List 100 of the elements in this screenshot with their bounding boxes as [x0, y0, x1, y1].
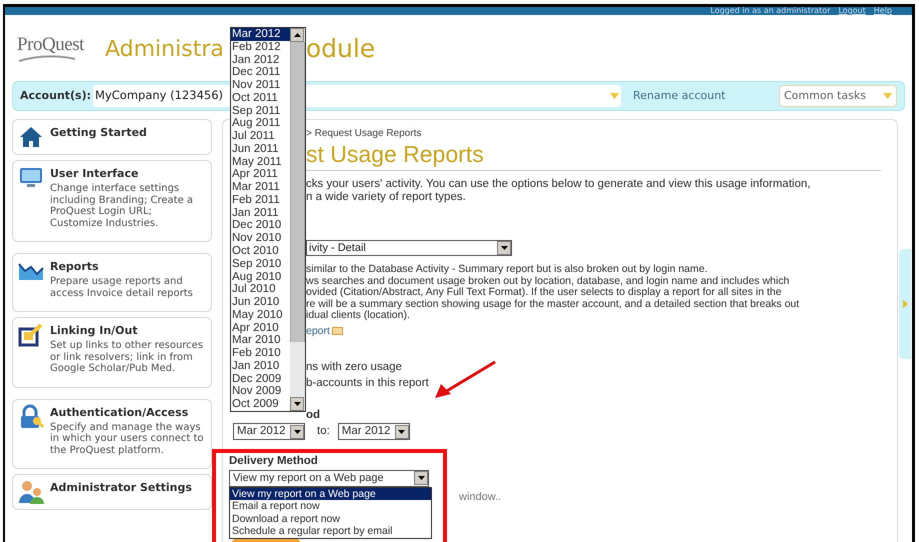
rename-account-link[interactable]: Rename account [633, 88, 726, 104]
breadcrumb: > Request Usage Reports [306, 127, 422, 141]
caret-icon [883, 93, 892, 99]
lock-key-icon [18, 404, 44, 430]
month-option[interactable]: Feb 2010 [231, 347, 290, 360]
caret-icon [418, 476, 424, 480]
option-label: ns with zero usage [306, 361, 403, 374]
option-label: b-accounts in this report [306, 377, 430, 390]
to-label: to: [317, 424, 330, 440]
report-type-select[interactable]: ivity - Detail [306, 240, 512, 256]
month-option[interactable]: Sep 2010 [231, 258, 290, 271]
dropdown-button[interactable] [414, 471, 428, 485]
dropdown-button[interactable] [290, 397, 304, 411]
common-tasks-select[interactable]: Common tasks [779, 85, 897, 107]
month-option[interactable]: Mar 2012 [231, 28, 290, 41]
module-title: Administra [105, 36, 224, 64]
envelope-icon [332, 327, 343, 336]
top-link[interactable]: Logout [838, 7, 866, 15]
month-option[interactable]: Dec 2011 [231, 66, 290, 80]
edit-icon [18, 322, 44, 348]
caret-icon [610, 93, 620, 99]
month-option[interactable]: Jun 2010 [231, 296, 290, 309]
month-option[interactable]: Nov 2009 [231, 385, 290, 398]
from-month-select[interactable]: Mar 2012 [233, 423, 305, 440]
people-icon [18, 479, 44, 505]
month-option[interactable]: Oct 2010 [231, 245, 290, 258]
month-option[interactable]: Jan 2010 [231, 360, 290, 373]
month-option[interactable]: Feb 2011 [231, 194, 290, 207]
month-option[interactable]: Feb 2012 [231, 40, 290, 54]
logo: ProQuest [17, 35, 99, 63]
sidebar-item-title: User Interface [50, 166, 140, 182]
sidebar-item[interactable]: Reports Prepare usage reports and access Invoice detail reports [12, 253, 212, 312]
help-text: window.. [459, 490, 502, 504]
sidebar-item-title: Reports [50, 259, 100, 275]
account-label: Account(s): [20, 88, 92, 104]
sidebar-item-title: Administrator Settings [50, 480, 192, 496]
report-description: re will be a summary section showing usage for the master account, and a detailed section that breaks out [306, 298, 800, 310]
month-option[interactable]: Oct 2009 [231, 398, 290, 411]
month-option[interactable]: Jul 2011 [231, 130, 290, 143]
sidebar-item-description: Specify and manage the ways in which your users connect to the ProQuest platform. [50, 422, 205, 456]
page-title: st Usage Reports [306, 141, 485, 167]
month-option[interactable]: Jan 2011 [231, 206, 290, 220]
month-option[interactable]: Apr 2011 [231, 168, 290, 182]
delivery-option[interactable]: Email a report now [230, 500, 431, 512]
sidebar-item[interactable]: Authentication/Access Specify and manage the ways in which your users connect to the ProQuest platform. [12, 398, 212, 469]
sidebar-item-description: Prepare usage reports and access Invoice detail reports [50, 276, 194, 299]
month-option[interactable]: Aug 2010 [231, 270, 290, 284]
month-option[interactable]: May 2011 [231, 156, 290, 168]
delivery-option[interactable]: View my report on a Web page [230, 488, 431, 500]
sidebar-item-description: Set up links to other resources or link resolvers; link in from Google Scholar/Pub Med. [50, 340, 204, 374]
house-icon [18, 124, 44, 150]
dropdown-button[interactable] [290, 424, 304, 439]
dropdown-button[interactable] [394, 424, 409, 439]
intro-text: n a wide variety of report types. [306, 191, 467, 204]
intro-text: cks your users' activity. You can use the options below to generate and view this usage information, [306, 178, 812, 191]
delivery-option[interactable]: Schedule a regular report by email [230, 525, 431, 538]
login-status: Logged in as an administrator [710, 7, 830, 15]
scroll-thumb[interactable] [290, 42, 305, 342]
dropdown-button[interactable] [497, 241, 511, 255]
caret-icon [294, 430, 300, 434]
report-description: idual clients (location). [306, 310, 411, 322]
sidebar-item[interactable]: Linking In/Out Set up links to other resources or link resolvers; link in from Google Scholar/Pub Med. [12, 317, 212, 388]
delivery-option[interactable]: Download a report now [230, 512, 431, 525]
up-arrow-icon [294, 33, 300, 37]
to-month-select[interactable]: Mar 2012 [338, 423, 410, 440]
report-description: similar to the Database Activity - Summary report but is also broken out by login name. [306, 264, 709, 276]
month-option[interactable]: Sep 2011 [231, 104, 290, 118]
month-option[interactable]: Aug 2011 [231, 117, 290, 130]
sidebar-item-title: Authentication/Access [50, 404, 190, 420]
scroll-up-button[interactable] [290, 28, 304, 42]
month-option[interactable]: Jul 2010 [231, 283, 290, 296]
annotation-arrow [433, 360, 497, 400]
module-title: odule [306, 33, 376, 66]
report-description: ws searches and document usage broken out by location, database, and login name and includes which [306, 276, 790, 286]
sidebar-item-title: Getting Started [50, 125, 147, 141]
month-option[interactable]: Dec 2010 [231, 219, 290, 232]
month-option[interactable]: May 2010 [231, 308, 290, 322]
report-period-label: od [306, 409, 322, 422]
month-option[interactable]: Mar 2011 [231, 181, 290, 194]
month-option[interactable]: Jun 2011 [231, 142, 290, 156]
arrow-right-icon [902, 300, 908, 308]
month-option[interactable]: Mar 2010 [231, 334, 290, 348]
caret-icon [398, 430, 406, 434]
report-description: ovided (Citation/Abstract, Any Full Text Format). If the user selects to display a report for all sites in the [306, 287, 782, 298]
month-option[interactable]: Apr 2010 [231, 322, 290, 334]
sample-report-link[interactable]: eport [306, 324, 330, 340]
month-option[interactable]: Dec 2009 [231, 372, 290, 386]
month-option[interactable]: Nov 2010 [231, 232, 290, 246]
top-link[interactable]: Help [874, 7, 892, 15]
delivery-method-label: Delivery Method [229, 454, 319, 468]
month-option[interactable]: Oct 2011 [231, 92, 290, 105]
caret-icon [500, 246, 508, 250]
scrollbar[interactable] [290, 28, 305, 411]
sidebar-item[interactable]: Administrator Settings [12, 474, 212, 510]
sidebar-item-title: Linking In/Out [50, 323, 139, 339]
month-option[interactable]: Jan 2012 [231, 54, 290, 66]
sidebar-item-description: Change interface settings including Branding; Create a ProQuest Login URL; Customize Industries. [50, 183, 194, 229]
sidebar-item[interactable]: Getting Started [12, 119, 212, 155]
delivery-method-select[interactable]: View my report on a Web page [229, 470, 429, 486]
sidebar-item[interactable]: User Interface Change interface settings including Branding; Create a ProQuest Login URL; Customize Industries. [12, 160, 212, 242]
